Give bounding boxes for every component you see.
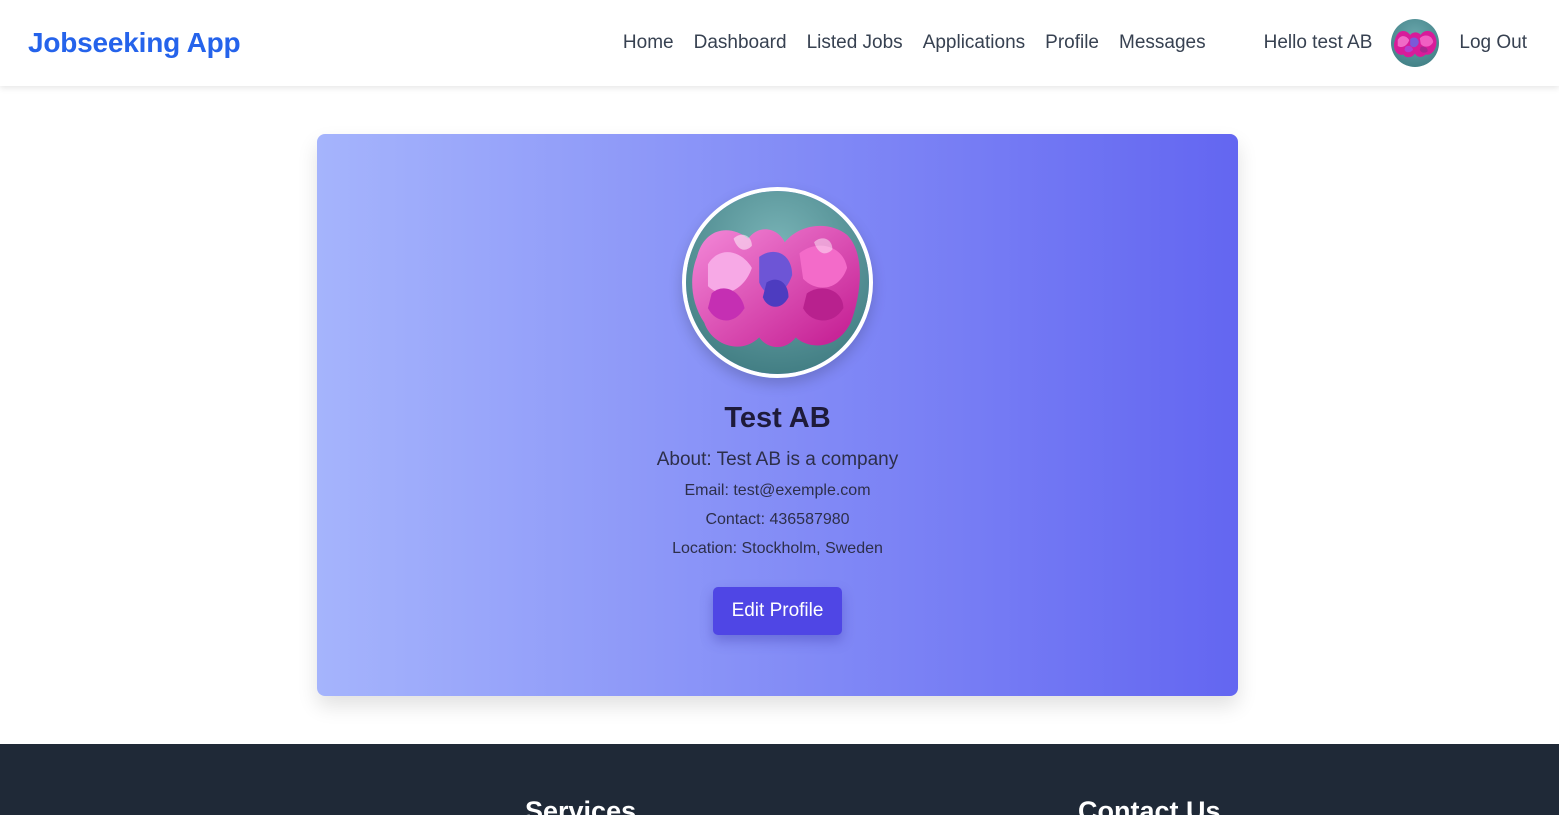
user-avatar[interactable] (1391, 19, 1440, 67)
avatar-image-icon (686, 191, 869, 374)
user-greeting: Hello test AB (1263, 32, 1373, 53)
nav-link-messages[interactable]: Messages (1119, 32, 1206, 54)
nav-link-dashboard[interactable]: Dashboard (694, 32, 787, 54)
nav-link-listed-jobs[interactable]: Listed Jobs (807, 32, 903, 54)
profile-about: About: Test AB is a company (656, 449, 899, 470)
profile-avatar (682, 187, 873, 378)
nav-link-applications[interactable]: Applications (923, 32, 1025, 54)
nav-link-home[interactable]: Home (623, 32, 674, 54)
footer-services-heading: Services (525, 796, 637, 815)
nav-links: Home Dashboard Listed Jobs Applications … (623, 32, 1206, 54)
top-navbar: Jobseeking App Home Dashboard Listed Job… (0, 0, 1559, 86)
nav-link-profile[interactable]: Profile (1045, 32, 1099, 54)
profile-location: Location: Stockholm, Sweden (672, 540, 883, 557)
avatar-image-icon (1391, 19, 1440, 67)
profile-email: Email: test@exemple.com (684, 482, 871, 499)
edit-profile-button[interactable]: Edit Profile (713, 587, 842, 635)
profile-card: Test AB About: Test AB is a company Emai… (317, 134, 1238, 696)
logout-link[interactable]: Log Out (1459, 32, 1527, 54)
user-area: Hello test AB Log Out (1264, 19, 1527, 67)
profile-name: Test AB (724, 402, 831, 434)
brand-logo-link[interactable]: Jobseeking App (28, 27, 241, 59)
footer: Services Contact Us (0, 744, 1559, 815)
profile-contact: Contact: 436587980 (705, 511, 850, 528)
footer-contact-heading: Contact Us (1078, 796, 1221, 815)
